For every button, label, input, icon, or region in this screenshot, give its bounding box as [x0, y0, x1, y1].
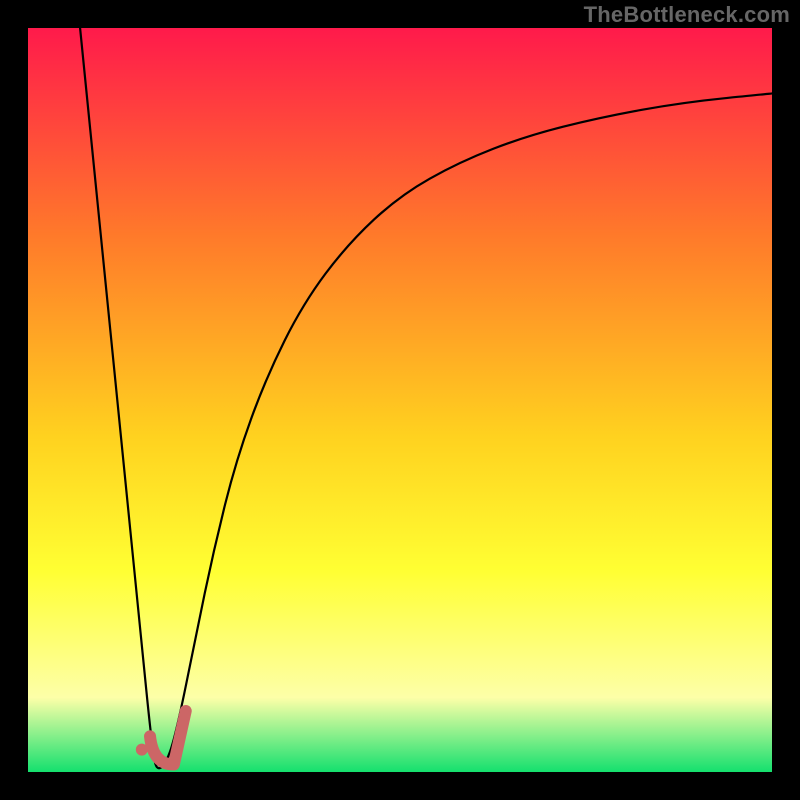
chart-stage: TheBottleneck.com [0, 0, 800, 800]
gradient-background [28, 28, 772, 772]
bottleneck-plot [28, 28, 772, 772]
watermark-text: TheBottleneck.com [584, 2, 790, 28]
trough-marker-dot [136, 744, 148, 756]
